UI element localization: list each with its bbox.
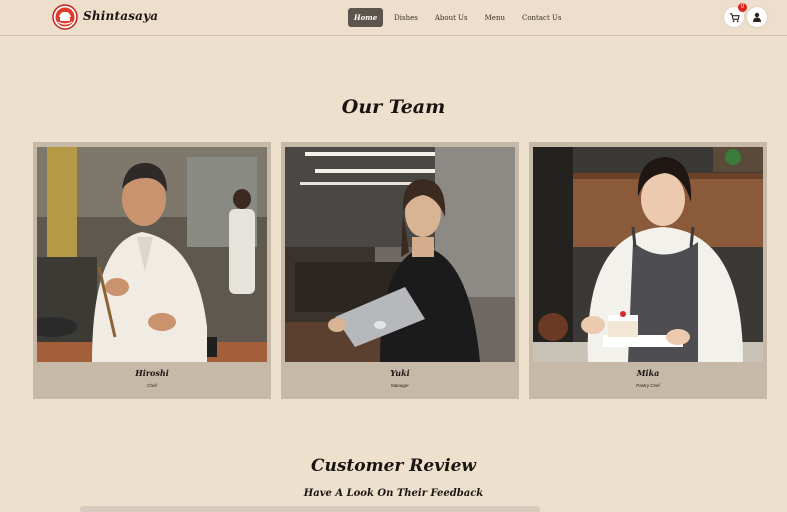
- chef-hat-logo-icon[interactable]: [52, 4, 78, 30]
- review-section-title: Customer Review: [310, 456, 477, 476]
- team-card-yuki[interactable]: Yuki Manager: [281, 142, 519, 399]
- team-member-role: Manager: [391, 383, 409, 388]
- team-member-name: Mika: [636, 368, 660, 378]
- review-section-subtitle: Have A Look On Their Feedback: [303, 488, 484, 499]
- navbar: Shintasaya Home Dishes About Us Menu Con…: [0, 0, 787, 36]
- team-member-role: Chef: [147, 383, 157, 388]
- user-icon: [753, 12, 761, 22]
- cart-icon: [729, 12, 740, 22]
- review-carousel-top: [80, 506, 540, 512]
- nav-about-us[interactable]: About Us: [429, 9, 474, 27]
- user-button[interactable]: [747, 7, 767, 27]
- team-card-mika[interactable]: Mika Pastry Chef: [529, 142, 767, 399]
- team-member-name: Yuki: [390, 368, 410, 378]
- team-card-hiroshi[interactable]: Hiroshi Chef: [33, 142, 271, 399]
- brand-name[interactable]: Shintasaya: [83, 9, 158, 23]
- team-member-role: Pastry Chef: [636, 383, 660, 388]
- nav-menu[interactable]: Menu: [479, 9, 511, 27]
- team-section-title: Our Team: [341, 96, 446, 118]
- cart-count-badge: 0: [738, 3, 747, 12]
- team-photo-hiroshi: [37, 147, 267, 362]
- cart-button[interactable]: 0: [724, 3, 747, 27]
- team-photo-mika: [533, 147, 763, 362]
- nav-contact-us[interactable]: Contact Us: [516, 9, 568, 27]
- team-member-name: Hiroshi: [135, 368, 169, 378]
- team-photo-yuki: [285, 147, 515, 362]
- nav-dishes[interactable]: Dishes: [388, 9, 424, 27]
- nav-home[interactable]: Home: [348, 8, 384, 27]
- main-nav: Home Dishes About Us Menu Contact Us: [348, 8, 567, 27]
